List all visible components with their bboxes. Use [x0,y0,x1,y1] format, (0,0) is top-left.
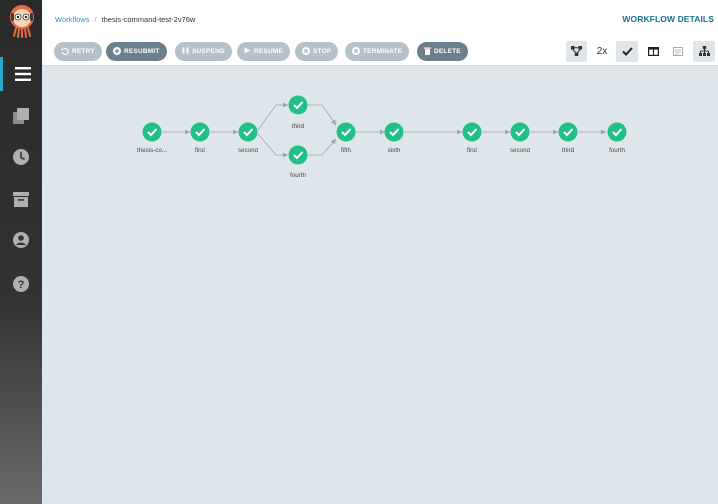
edge [257,133,288,158]
columns-icon [647,43,659,61]
success-node-circle [384,122,404,142]
terminate-label: TERMINATE [363,48,403,55]
graph-node[interactable]: third [558,122,578,155]
breadcrumb-separator: / [94,15,97,24]
nav-workflows[interactable] [0,57,42,91]
success-node-circle [190,122,210,142]
node-label: fourth [290,172,306,179]
retry-icon [61,47,72,57]
pause-icon [182,47,192,56]
clock-icon [13,149,29,165]
retry-label: RETRY [72,48,95,55]
sitemap-icon [698,43,710,61]
graph-node[interactable]: third [288,95,308,131]
trash-icon [424,47,434,57]
resubmit-label: RESUBMIT [124,48,160,55]
nav-help[interactable]: ? [0,267,42,301]
top-bar: Workflows / thesis-command-test-2v76w WORK… [42,0,718,38]
success-node-circle [558,122,578,142]
workflows-icon [14,67,31,81]
graph-node[interactable]: fifth [336,122,356,155]
help-icon: ? [13,276,29,292]
node-label: second [510,147,531,154]
argo-logo-icon[interactable] [8,4,36,38]
success-node-circle [238,122,258,142]
success-node-circle [142,122,162,142]
node-label: third [562,147,575,154]
graph-node[interactable]: first [190,122,210,155]
node-label: fifth [341,147,352,154]
checkmark-icon [621,43,633,61]
plus-circle-icon [113,46,124,57]
success-node-circle [462,122,482,142]
workflow-graph: thesis-co... first second third fourth f… [137,95,627,180]
node-label: second [238,147,259,154]
archive-icon [13,191,29,207]
yaml-view-button[interactable] [668,41,688,62]
success-node-circle [510,122,530,142]
document-icon [673,43,683,61]
stop-icon [302,46,313,57]
retry-button[interactable]: RETRY [54,42,102,61]
success-node-circle [288,95,308,115]
graph-node[interactable]: thesis-co... [137,122,167,155]
page-title: WORKFLOW DETAILS [622,14,714,24]
success-node-circle [607,122,627,142]
node-label: third [292,123,305,130]
split-view-button[interactable] [643,41,663,62]
graph-edges [162,102,606,158]
workflow-graph-canvas[interactable]: thesis-co... first second third fourth f… [42,67,718,504]
edge [308,138,337,156]
templates-icon [13,108,29,124]
tree-view-button[interactable] [693,41,715,62]
node-label: fourth [609,147,625,154]
zoom-toggle[interactable]: 2x [591,41,613,62]
graph-view-button[interactable] [566,41,587,62]
filter-success-toggle[interactable] [616,41,638,62]
delete-label: DELETE [434,48,461,55]
action-toolbar: RETRY RESUBMIT SUSPEND RESUME STOP TERMI… [42,38,718,66]
success-node-circle [336,122,356,142]
delete-button[interactable]: DELETE [417,42,468,61]
stop-label: STOP [313,48,332,55]
resubmit-button[interactable]: RESUBMIT [106,42,167,61]
play-icon [244,47,254,56]
resume-button[interactable]: RESUME [237,42,291,61]
success-node-circle [288,145,308,165]
graph-node[interactable]: sixth [384,122,404,155]
node-label: sixth [388,147,401,154]
svg-text:?: ? [18,279,25,291]
edge [257,102,288,131]
edge [308,104,337,126]
terminate-icon [352,46,363,57]
graph-node[interactable]: second [510,122,531,155]
nav-templates[interactable] [0,99,42,133]
node-label: thesis-co... [137,147,167,154]
graph-node[interactable]: second [238,122,259,155]
graph-node[interactable]: fourth [607,122,627,155]
nav-user[interactable] [0,223,42,257]
node-label: first [467,147,477,154]
breadcrumb-workflows-link[interactable]: Workflows [55,15,89,24]
breadcrumb-current: thesis-command-test-2v76w [101,15,196,24]
nav-cron[interactable] [0,140,42,174]
node-label: first [195,147,205,154]
graph-node[interactable]: first [462,122,482,155]
nav-archive[interactable] [0,182,42,216]
suspend-button[interactable]: SUSPEND [175,42,232,61]
suspend-label: SUSPEND [192,48,225,55]
zoom-label: 2x [596,46,608,57]
sidebar: ? [0,0,42,504]
stop-button[interactable]: STOP [295,42,339,61]
app: ? Workflows / thesis-command-test-2v76w WO… [0,0,718,504]
user-icon [13,232,29,248]
breadcrumb: Workflows / thesis-command-test-2v76w [55,15,195,24]
graph-node[interactable]: fourth [288,145,308,180]
graph-icon [571,43,582,61]
resume-label: RESUME [254,48,284,55]
terminate-button[interactable]: TERMINATE [345,42,410,61]
